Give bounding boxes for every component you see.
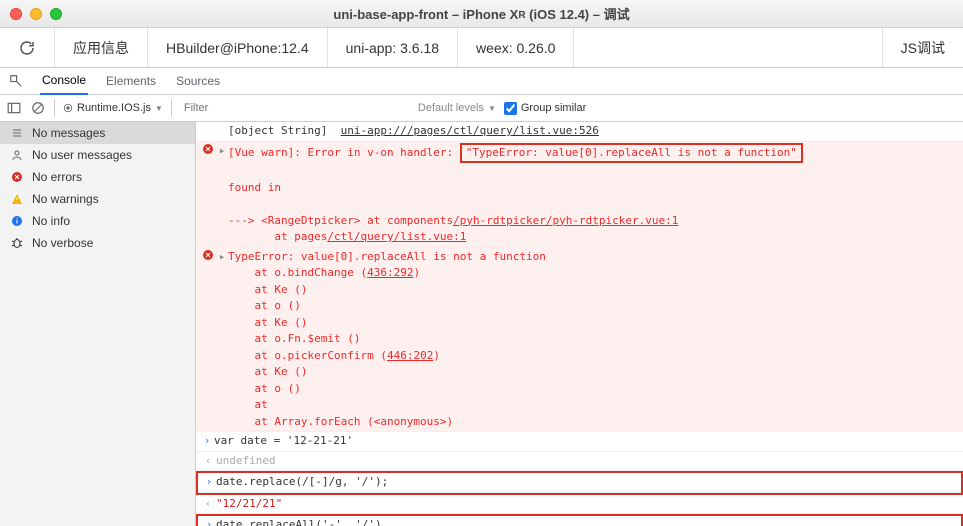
- chevron-down-icon: ▼: [488, 104, 496, 113]
- toolbar: 应用信息 HBuilder@iPhone:12.4 uni-app: 3.6.1…: [0, 28, 963, 68]
- console-output-row: ‹ undefined: [196, 452, 963, 472]
- tab-sources[interactable]: Sources: [174, 68, 222, 95]
- tab-elements[interactable]: Elements: [104, 68, 158, 95]
- reload-icon: [18, 39, 36, 57]
- console-input-row: › date.replace(/[-]/g, '/');: [198, 473, 961, 493]
- source-link[interactable]: 446:202: [387, 349, 433, 362]
- user-icon: [10, 148, 24, 162]
- sidebar-item-verbose[interactable]: No verbose: [0, 232, 195, 254]
- inspect-icon[interactable]: [8, 73, 24, 89]
- expand-icon[interactable]: ▸: [216, 249, 228, 266]
- app-info-tab[interactable]: 应用信息: [55, 28, 148, 67]
- console-subbar: Runtime.IOS.js ▼ Default levels ▼ Group …: [0, 95, 963, 122]
- sidebar-item-label: No warnings: [32, 192, 99, 206]
- titlebar: uni-base-app-front – iPhone XR (iOS 12.4…: [0, 0, 963, 28]
- group-similar-checkbox[interactable]: Group similar: [504, 102, 586, 115]
- uniapp-tab[interactable]: uni-app: 3.6.18: [328, 28, 458, 67]
- sidebar-item-label: No errors: [32, 170, 82, 184]
- sidebar-item-label: No info: [32, 214, 70, 228]
- filter-input[interactable]: [180, 99, 410, 118]
- weex-tab[interactable]: weex: 0.26.0: [458, 28, 574, 67]
- source-link[interactable]: /ctl/query/list.vue:1: [327, 230, 466, 243]
- console-input-row: › var date = '12-21-21': [196, 432, 963, 452]
- bug-icon: [10, 236, 24, 250]
- tab-console[interactable]: Console: [40, 68, 88, 95]
- input-caret-icon: ›: [202, 517, 216, 526]
- sidebar-item-errors[interactable]: No errors: [0, 166, 195, 188]
- source-link[interactable]: uni-app:///pages/ctl/query/list.vue:526: [341, 124, 599, 137]
- sidebar-item-label: No user messages: [32, 148, 132, 162]
- group-similar-input[interactable]: [504, 102, 517, 115]
- console-output-row: ‹ "12/21/21": [196, 495, 963, 515]
- devtools-tabs: Console Elements Sources: [0, 68, 963, 95]
- hbuilder-tab[interactable]: HBuilder@iPhone:12.4: [148, 28, 328, 67]
- list-icon: [10, 126, 24, 140]
- chevron-down-icon: ▼: [155, 104, 163, 113]
- sidebar-item-label: No verbose: [32, 236, 93, 250]
- context-icon: [63, 103, 73, 113]
- error-icon: [10, 170, 24, 184]
- sidebar-item-messages[interactable]: No messages: [0, 122, 195, 144]
- error-badge-icon: [200, 249, 216, 267]
- output-caret-icon: ‹: [200, 496, 216, 513]
- console-output[interactable]: [object String] uni-app:///pages/ctl/que…: [196, 122, 963, 526]
- info-icon: [10, 214, 24, 228]
- levels-dropdown[interactable]: Default levels ▼: [418, 102, 496, 114]
- expand-icon[interactable]: ▸: [216, 143, 228, 160]
- sidebar-item-user[interactable]: No user messages: [0, 144, 195, 166]
- input-caret-icon: ›: [202, 474, 216, 491]
- log-row: ▸ TypeError: value[0].replaceAll is not …: [196, 248, 963, 433]
- source-link[interactable]: /pyh-rdtpicker/pyh-rdtpicker.vue:1: [453, 214, 678, 227]
- window-title: uni-base-app-front – iPhone XR (iOS 12.4…: [0, 4, 963, 23]
- error-badge-icon: [200, 143, 216, 161]
- output-caret-icon: ‹: [200, 453, 216, 470]
- console-input-row: › date.replaceAll('-', '/'): [198, 516, 961, 526]
- context-selector[interactable]: Runtime.IOS.js ▼: [63, 102, 163, 114]
- clear-console-icon[interactable]: [30, 100, 46, 116]
- input-caret-icon: ›: [200, 433, 214, 450]
- jsdebug-tab[interactable]: JS调试: [882, 28, 963, 67]
- reload-button[interactable]: [0, 28, 55, 67]
- sidebar-item-warnings[interactable]: No warnings: [0, 188, 195, 210]
- sidebar-item-info[interactable]: No info: [0, 210, 195, 232]
- log-row: ▸ [Vue warn]: Error in v-on handler: "Ty…: [196, 142, 963, 248]
- context-label: Runtime.IOS.js: [77, 102, 151, 114]
- log-row: [object String] uni-app:///pages/ctl/que…: [196, 122, 963, 142]
- sidebar-toggle-icon[interactable]: [6, 100, 22, 116]
- message-sidebar: No messages No user messages No errors N…: [0, 122, 196, 526]
- warn-icon: [10, 192, 24, 206]
- sidebar-item-label: No messages: [32, 126, 105, 140]
- source-link[interactable]: 436:292: [367, 266, 413, 279]
